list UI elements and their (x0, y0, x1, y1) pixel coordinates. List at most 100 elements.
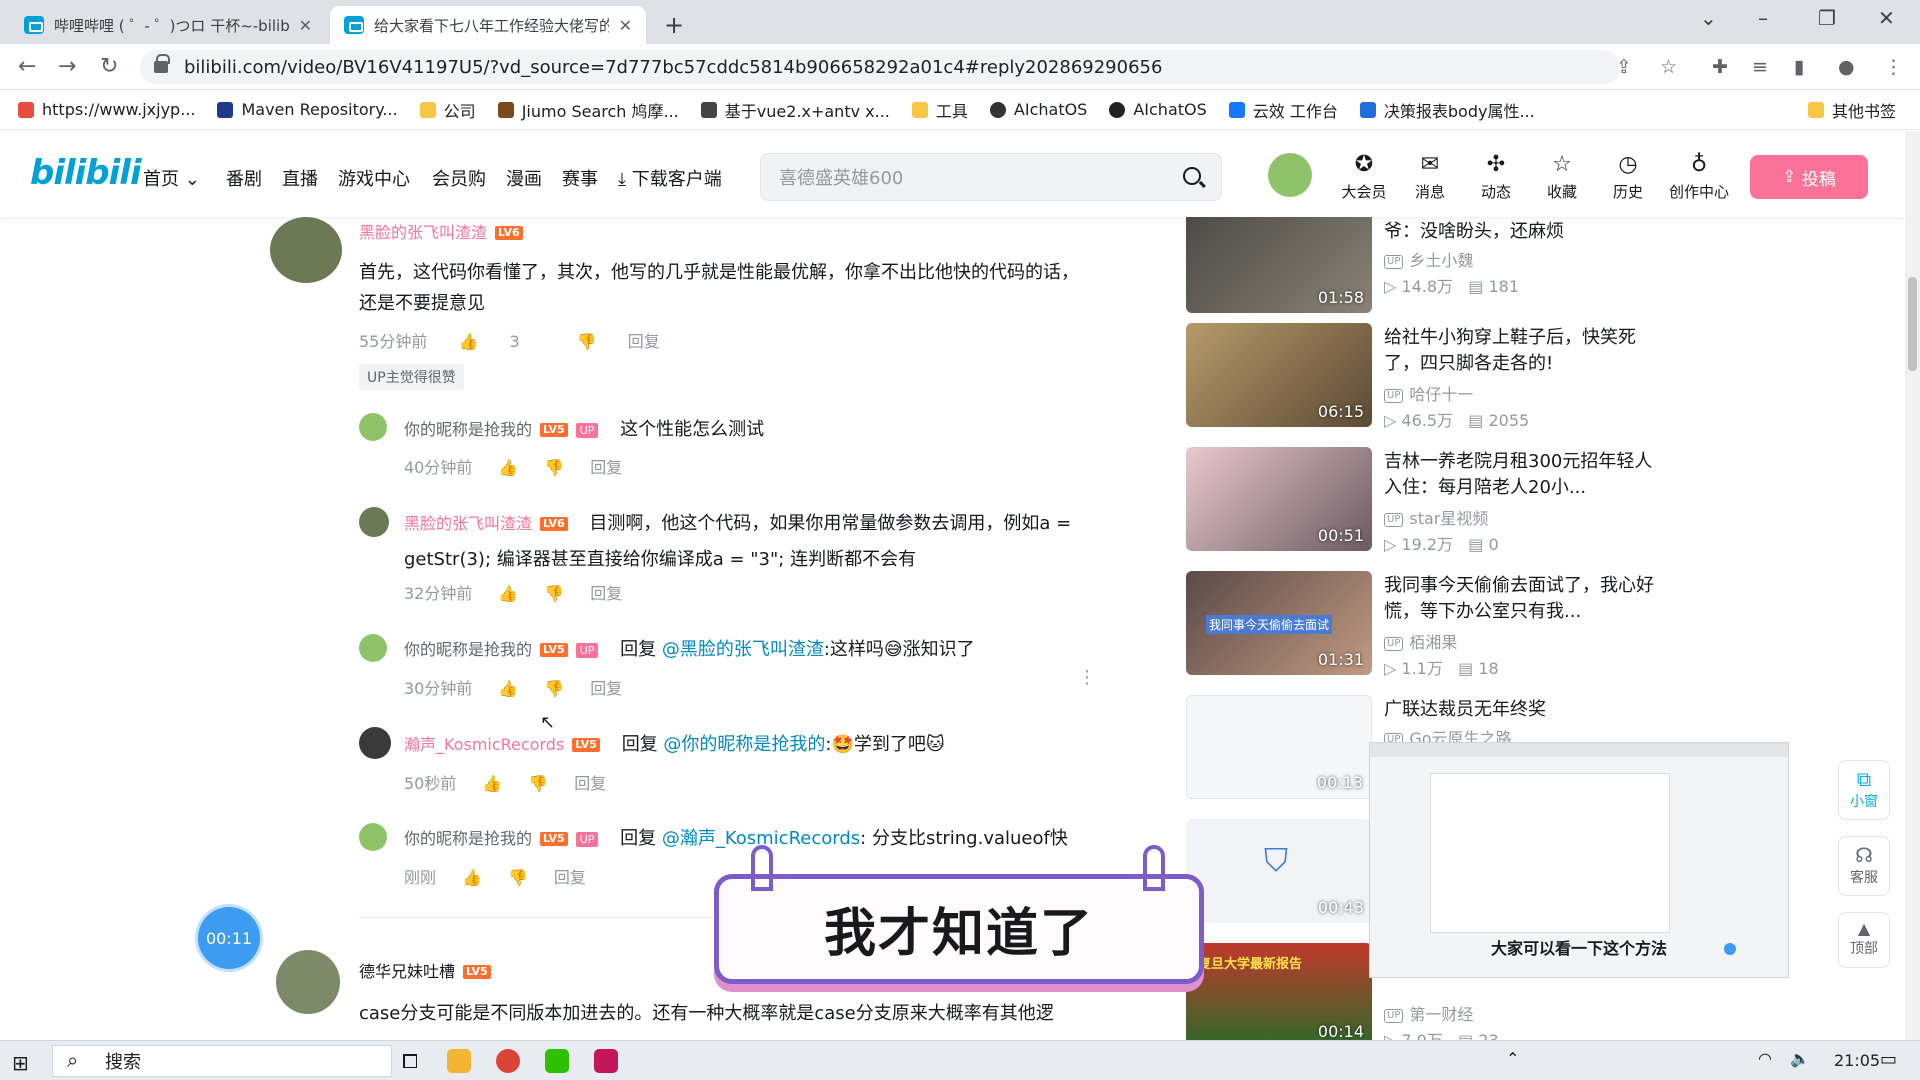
bookmark-folder[interactable]: 公司 (419, 98, 476, 122)
reply-button[interactable]: 回复 (590, 584, 622, 603)
comment-username[interactable]: 德华兄妹吐槽 (359, 962, 455, 981)
nav-match[interactable]: 赛事 (562, 165, 598, 191)
more-options-icon[interactable]: ⋮ (1078, 667, 1096, 688)
extensions-icon[interactable]: ✚ (1712, 56, 1728, 78)
dislike-icon[interactable]: 👎 (544, 679, 564, 698)
reload-icon[interactable]: ↻ (100, 54, 118, 79)
video-thumbnail[interactable]: 复旦大学最新报告 00:14 (1186, 943, 1372, 1040)
bookmark-item[interactable]: https://www.jxjyp... (18, 100, 195, 119)
nav-mall[interactable]: 会员购 (432, 165, 486, 191)
back-to-top-button[interactable]: ▲ 顶部 (1838, 912, 1890, 968)
window-close-icon[interactable]: ✕ (1878, 6, 1895, 30)
customer-service-button[interactable]: ☊ 客服 (1838, 836, 1890, 896)
thumbs-up-icon[interactable]: 👍 (498, 584, 518, 603)
upload-button[interactable]: ⇪ 投稿 (1750, 155, 1868, 199)
wifi-icon[interactable]: ◠ (1758, 1049, 1772, 1068)
message-button[interactable]: ✉ 消息 (1400, 151, 1460, 202)
reply-button[interactable]: 回复 (628, 332, 660, 351)
rec-video-card[interactable]: 01:58 爷：没啥盼头，还麻烦 UP 乡土小魏 ▷ 14.8万 ▤ 181 (1186, 217, 1656, 317)
forward-icon[interactable]: → (58, 54, 76, 79)
video-thumbnail[interactable]: ⛉ 00:43 (1186, 819, 1372, 923)
avatar[interactable] (359, 823, 387, 851)
video-author[interactable]: 第一财经 (1409, 1005, 1473, 1024)
wechat-icon[interactable] (545, 1049, 569, 1073)
nav-game[interactable]: 游戏中心 (338, 165, 410, 191)
avatar[interactable] (359, 727, 391, 759)
video-thumbnail[interactable]: 01:58 (1186, 217, 1372, 313)
video-thumbnail[interactable]: 00:13 (1186, 695, 1372, 799)
video-thumbnail[interactable]: 我同事今天偷偷去面试 01:31 (1186, 571, 1372, 675)
close-icon[interactable]: ✕ (299, 16, 312, 35)
other-bookmarks[interactable]: 其他书签 (1808, 98, 1896, 122)
bilibili-logo[interactable]: bilibili (30, 153, 142, 193)
video-title[interactable]: 我同事今天偷偷去面试了，我心好慌，等下办公室只有我... (1384, 573, 1654, 625)
history-button[interactable]: ◷ 历史 (1598, 151, 1658, 202)
avatar[interactable] (276, 950, 340, 1014)
bookmark-item[interactable]: AIchatOS (1109, 100, 1207, 119)
reply-username[interactable]: 你的昵称是抢我的 (404, 829, 532, 848)
rec-video-card[interactable]: 00:51 吉林一养老院月租300元招年轻人入住：每月陪老人20小... UP s… (1186, 447, 1656, 555)
tab-video[interactable]: 给大家看下七八年工作经验大佬写的代码 ✕ (330, 6, 646, 44)
nav-manga[interactable]: 漫画 (506, 165, 542, 191)
comment-username[interactable]: 黑脸的张飞叫渣渣 (359, 223, 487, 242)
taskbar-search-input[interactable]: ⌕ 搜索 (52, 1045, 392, 1077)
avatar[interactable] (270, 217, 342, 283)
media-icon[interactable]: ≡ (1752, 56, 1768, 78)
mention-link[interactable]: @你的昵称是抢我的 (663, 734, 825, 755)
video-author[interactable]: 哈仔十一 (1409, 385, 1473, 404)
nav-home[interactable]: 首页 ⌄ (143, 165, 200, 191)
bookmark-item[interactable]: AIchatOS (989, 100, 1087, 119)
search-icon[interactable] (1183, 167, 1201, 185)
creator-center-button[interactable]: ♁ 创作中心 (1664, 151, 1734, 202)
rec-video-card[interactable]: 06:15 给社牛小狗穿上鞋子后，快笑死了，四只脚各走各的! UP 哈仔十一 ▷ … (1186, 323, 1656, 431)
notification-icon[interactable]: ▭ (1880, 1049, 1897, 1070)
profile-icon[interactable]: ● (1838, 56, 1855, 78)
task-view-icon[interactable]: ⧠ (402, 1049, 418, 1073)
favorites-button[interactable]: ☆ 收藏 (1532, 151, 1592, 202)
dislike-icon[interactable]: 👎 (544, 584, 564, 603)
mini-player[interactable]: 大家可以看一下这个方法 (1369, 742, 1789, 978)
reply-username[interactable]: 你的昵称是抢我的 (404, 420, 532, 439)
video-title[interactable]: 广联达裁员无年终奖 (1384, 697, 1654, 723)
url-bar[interactable]: bilibili.com/video/BV16V41197U5/?vd_sour… (140, 50, 1620, 84)
tray-arrow-icon[interactable]: ⌃ (1506, 1049, 1519, 1068)
reply-username[interactable]: 瀚声_KosmicRecords (404, 735, 564, 754)
dislike-icon[interactable]: 👎 (544, 458, 564, 477)
bookmark-item[interactable]: 基于vue2.x+antv x... (700, 98, 890, 122)
windows-start-icon[interactable]: ⊞ (12, 1051, 29, 1075)
tab-bilibili-home[interactable]: 哔哩哔哩 ( ゜- ゜)つロ 干杯~-bilibili ✕ (10, 6, 326, 44)
bookmark-star-icon[interactable]: ☆ (1660, 56, 1677, 78)
vip-button[interactable]: ✪ 大会员 (1334, 151, 1394, 202)
dislike-icon[interactable]: 👎 (508, 868, 528, 887)
share-icon[interactable]: ⇪ (1616, 56, 1632, 78)
avatar[interactable] (359, 634, 387, 662)
video-title[interactable]: 吉林一养老院月租300元招年轻人入住：每月陪老人20小... (1384, 449, 1654, 501)
bookmark-item[interactable]: 决策报表body属性... (1359, 98, 1535, 122)
new-tab-button[interactable]: + (650, 6, 690, 44)
avatar[interactable] (359, 413, 387, 441)
thumbs-up-icon[interactable]: 👍 (482, 774, 502, 793)
video-author[interactable]: 栢湘果 (1409, 633, 1457, 652)
bookmark-folder[interactable]: 工具 (911, 98, 968, 122)
mini-window-button[interactable]: ⧉ 小窗 (1838, 760, 1890, 820)
thumbs-up-icon[interactable]: 👍 (462, 868, 482, 887)
search-input[interactable]: 喜德盛英雄600 (760, 153, 1222, 201)
reply-button[interactable]: 回复 (554, 868, 586, 887)
avatar[interactable] (1268, 153, 1312, 197)
nav-download[interactable]: ⤓ 下载客户端 (618, 165, 722, 191)
bookmark-item[interactable]: 云效 工作台 (1228, 98, 1338, 122)
sidepanel-icon[interactable]: ▮ (1794, 56, 1804, 78)
like-button[interactable]: 👍 3 (458, 332, 545, 351)
page-scrollbar[interactable] (1905, 131, 1920, 1040)
tab-search-icon[interactable]: ⌄ (1700, 6, 1717, 30)
video-thumbnail[interactable]: 06:15 (1186, 323, 1372, 427)
mention-link[interactable]: @黑脸的张飞叫渣渣 (662, 639, 824, 660)
dislike-icon[interactable]: 👎 (528, 774, 548, 793)
chrome-icon[interactable] (496, 1049, 520, 1073)
nav-bangumi[interactable]: 番剧 (226, 165, 262, 191)
video-author[interactable]: 乡土小魏 (1409, 251, 1473, 270)
reply-button[interactable]: 回复 (590, 458, 622, 477)
scrollbar-thumb[interactable] (1908, 277, 1917, 371)
floating-timer[interactable]: 00:11 (198, 907, 260, 969)
avatar[interactable] (359, 507, 389, 537)
